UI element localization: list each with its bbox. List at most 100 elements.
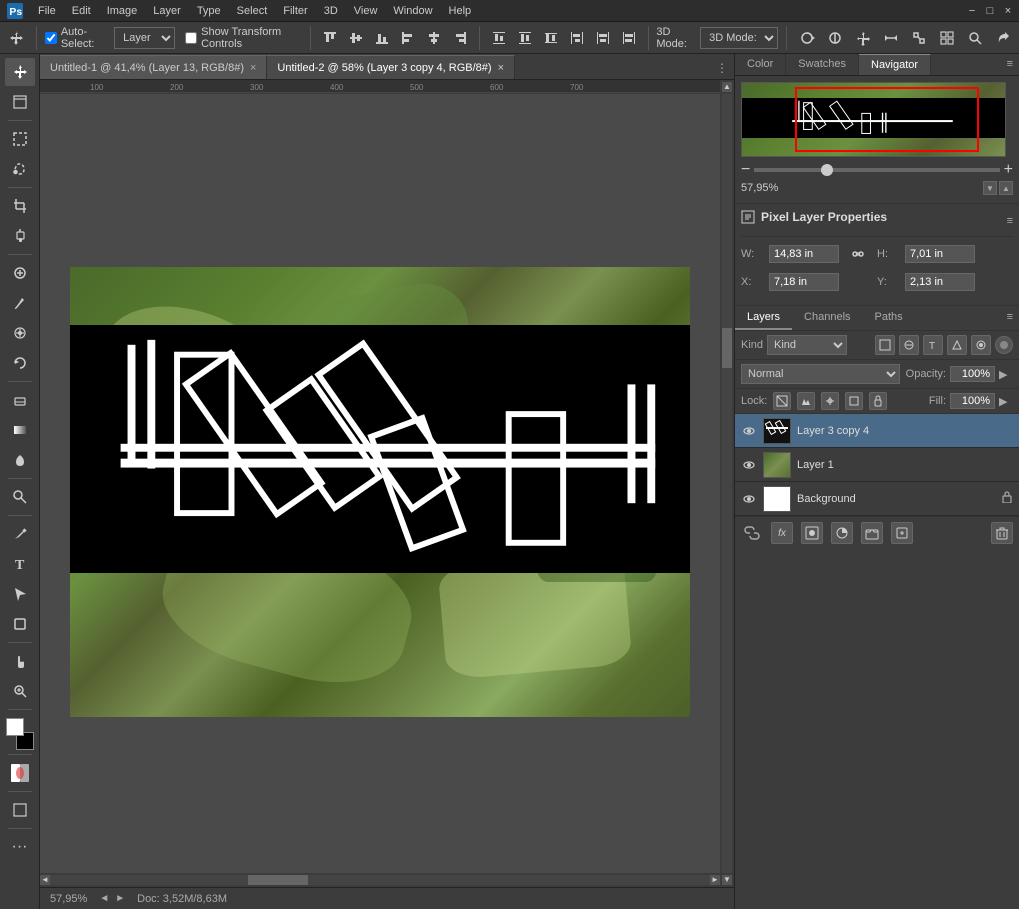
screen-mode-tool[interactable] xyxy=(5,796,35,824)
scroll-thumb[interactable] xyxy=(722,328,732,368)
menu-help[interactable]: Help xyxy=(441,3,480,19)
layers-tab-paths[interactable]: Paths xyxy=(863,306,915,330)
auto-select-checkbox[interactable]: Auto-Select: xyxy=(45,26,108,50)
window-close[interactable]: × xyxy=(1001,4,1015,18)
pen-tool[interactable] xyxy=(5,520,35,548)
scroll-left-btn[interactable]: ◄ xyxy=(40,875,50,885)
lasso-tool[interactable] xyxy=(5,155,35,183)
filter-shape-icon[interactable] xyxy=(947,335,967,355)
menu-edit[interactable]: Edit xyxy=(64,3,99,19)
layers-options-btn[interactable]: ≡ xyxy=(1001,306,1019,330)
nav-next-btn[interactable]: ► xyxy=(113,893,127,904)
scroll-up-btn[interactable]: ▲ xyxy=(722,82,732,92)
gradient-tool[interactable] xyxy=(5,416,35,444)
spot-heal-tool[interactable] xyxy=(5,259,35,287)
tab-untitled2[interactable]: Untitled-2 @ 58% (Layer 3 copy 4, RGB/8#… xyxy=(267,55,515,79)
history-brush-tool[interactable] xyxy=(5,349,35,377)
lock-image-btn[interactable] xyxy=(797,392,815,410)
filter-state-toggle[interactable] xyxy=(995,336,1013,354)
foreground-color-swatch[interactable] xyxy=(6,718,24,736)
menu-image[interactable]: Image xyxy=(99,3,146,19)
path-select-tool[interactable] xyxy=(5,580,35,608)
arrange-btn[interactable] xyxy=(935,28,959,48)
layer-visibility-0[interactable] xyxy=(741,423,757,439)
3d-slide-btn[interactable] xyxy=(879,28,903,48)
clone-tool[interactable] xyxy=(5,319,35,347)
lock-transparent-btn[interactable] xyxy=(773,392,791,410)
dist-vc-btn[interactable] xyxy=(514,29,536,47)
dist-top-btn[interactable] xyxy=(488,29,510,47)
scroll-down-btn[interactable]: ▼ xyxy=(722,875,732,885)
fill-input[interactable] xyxy=(950,393,995,409)
dist-hc-btn[interactable] xyxy=(592,29,614,47)
dodge-tool[interactable] xyxy=(5,483,35,511)
blend-mode-select[interactable]: Normal Multiply Screen xyxy=(741,364,900,384)
zoom-tool[interactable] xyxy=(5,677,35,705)
3d-pan-btn[interactable] xyxy=(851,28,875,48)
new-layer-btn[interactable] xyxy=(891,522,913,544)
nav-zoom-dec[interactable]: ▼ xyxy=(983,181,997,195)
menu-3d[interactable]: 3D xyxy=(316,3,346,19)
align-bottom-btn[interactable] xyxy=(371,29,393,47)
brush-tool[interactable] xyxy=(5,289,35,317)
align-top-btn[interactable] xyxy=(319,29,341,47)
zoom-in-btn[interactable]: + xyxy=(1004,161,1013,179)
more-tools-btn[interactable]: ··· xyxy=(5,833,35,861)
3d-mode-dropdown[interactable]: 3D Mode: xyxy=(700,27,778,49)
prop-w-input[interactable] xyxy=(769,245,839,263)
layer-visibility-1[interactable] xyxy=(741,457,757,473)
dist-bottom-btn[interactable] xyxy=(540,29,562,47)
menu-layer[interactable]: Layer xyxy=(145,3,189,19)
menu-file[interactable]: File xyxy=(30,3,64,19)
window-maximize[interactable]: □ xyxy=(983,4,997,18)
eyedropper-tool[interactable] xyxy=(5,222,35,250)
nav-prev-btn[interactable]: ◄ xyxy=(97,893,111,904)
quick-mask-tool[interactable] xyxy=(5,759,35,787)
3d-rotate-btn[interactable] xyxy=(795,28,819,48)
menu-type[interactable]: Type xyxy=(189,3,229,19)
tab-untitled1[interactable]: Untitled-1 @ 41,4% (Layer 13, RGB/8#) × xyxy=(40,55,267,79)
layers-link-btn[interactable] xyxy=(741,522,763,544)
layer-item-0[interactable]: Layer 3 copy 4 xyxy=(735,414,1019,448)
hscroll-thumb[interactable] xyxy=(248,875,308,885)
close-tab-1[interactable]: × xyxy=(250,62,256,74)
layer-visibility-2[interactable] xyxy=(741,491,757,507)
show-transform-checkbox[interactable]: Show Transform Controls xyxy=(185,26,302,50)
menu-window[interactable]: Window xyxy=(385,3,440,19)
share-btn[interactable] xyxy=(991,28,1015,48)
layers-tab-channels[interactable]: Channels xyxy=(792,306,862,330)
panel-options-btn[interactable]: ≡ xyxy=(1001,54,1019,75)
search-btn[interactable] xyxy=(963,28,987,48)
layer-group-btn[interactable] xyxy=(861,522,883,544)
filter-type-icon[interactable]: T xyxy=(923,335,943,355)
zoom-slider[interactable] xyxy=(754,168,999,172)
prop-h-input[interactable] xyxy=(905,245,975,263)
blur-tool[interactable] xyxy=(5,446,35,474)
close-tab-2[interactable]: × xyxy=(498,62,504,74)
layer-item-2[interactable]: Background xyxy=(735,482,1019,516)
menu-filter[interactable]: Filter xyxy=(275,3,315,19)
panel-tab-swatches[interactable]: Swatches xyxy=(786,54,859,75)
move-tool[interactable] xyxy=(5,58,35,86)
align-left-btn[interactable] xyxy=(397,29,419,47)
align-right-btn[interactable] xyxy=(449,29,471,47)
window-minimize[interactable]: − xyxy=(965,4,979,18)
align-vcenter-btn[interactable] xyxy=(345,29,367,47)
delete-layer-btn[interactable] xyxy=(991,522,1013,544)
scroll-right-btn[interactable]: ► xyxy=(710,875,720,885)
vertical-scrollbar[interactable]: ▲ ▼ xyxy=(720,80,734,887)
dist-right-btn[interactable] xyxy=(618,29,640,47)
nav-zoom-inc[interactable]: ▲ xyxy=(999,181,1013,195)
opacity-input[interactable] xyxy=(950,366,995,382)
filter-smart-icon[interactable] xyxy=(971,335,991,355)
lock-position-btn[interactable] xyxy=(821,392,839,410)
hand-tool[interactable] xyxy=(5,647,35,675)
layer-item-1[interactable]: Layer 1 xyxy=(735,448,1019,482)
align-hcenter-btn[interactable] xyxy=(423,29,445,47)
menu-select[interactable]: Select xyxy=(229,3,276,19)
3d-roll-btn[interactable] xyxy=(823,28,847,48)
lock-all-btn[interactable] xyxy=(869,392,887,410)
zoom-out-btn[interactable]: − xyxy=(741,161,750,179)
prop-x-input[interactable] xyxy=(769,273,839,291)
fill-dropdown-btn[interactable]: ▶ xyxy=(999,395,1013,408)
